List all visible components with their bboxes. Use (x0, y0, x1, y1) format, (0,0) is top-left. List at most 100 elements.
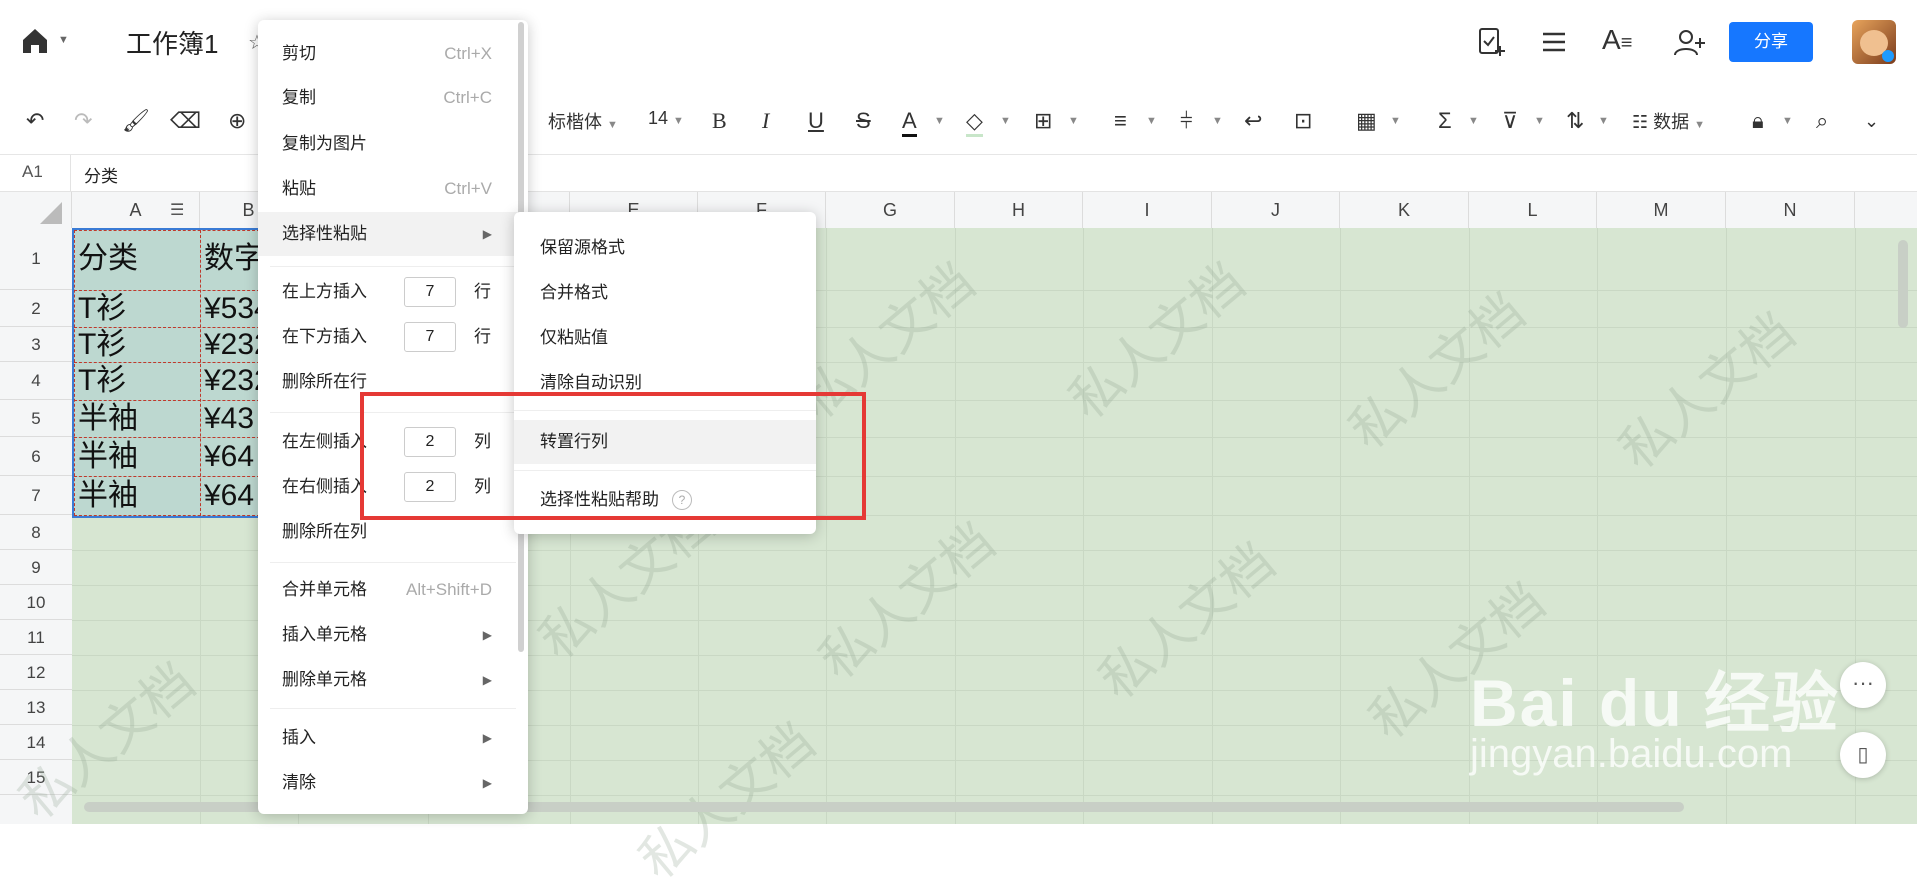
cell-a5[interactable]: 半袖 (78, 400, 196, 438)
column-header-m[interactable]: M (1597, 192, 1726, 228)
share-button[interactable]: 分享 (1729, 22, 1813, 62)
vertical-scrollbar[interactable] (1898, 240, 1908, 328)
cell-b4[interactable]: ¥232 (204, 362, 258, 400)
row-count-input[interactable]: 7 (404, 277, 456, 307)
select-all-corner[interactable] (0, 192, 72, 228)
row-header-11[interactable]: 11 (0, 620, 72, 655)
menu-item-clear[interactable]: 清除 ▶ (258, 761, 528, 805)
row-header-12[interactable]: 12 (0, 655, 72, 690)
menu-item-insert[interactable]: 插入 ▶ (258, 716, 528, 760)
menu-item-paste[interactable]: 粘贴 Ctrl+V (258, 167, 528, 211)
data-menu-button[interactable]: ☷ 数据 ▼ (1632, 108, 1705, 134)
row-header-9[interactable]: 9 (0, 550, 72, 585)
cell-a4[interactable]: T衫 (78, 362, 196, 400)
row-count-input[interactable]: 7 (404, 322, 456, 352)
column-header-j[interactable]: J (1212, 192, 1340, 228)
align-horizontal-caret-icon[interactable]: ▼ (1146, 104, 1157, 138)
row-header-14[interactable]: 14 (0, 725, 72, 760)
filter-icon[interactable]: ⊽ (1502, 104, 1518, 138)
cell-b6[interactable]: ¥64 (204, 438, 258, 476)
font-color-caret-icon[interactable]: ▼ (934, 104, 945, 138)
cell-reference[interactable]: A1 (22, 162, 43, 182)
cell-a3[interactable]: T衫 (78, 326, 196, 364)
lock-icon[interactable]: 🔒︎ (1752, 104, 1764, 138)
border-icon[interactable]: ⊞ (1034, 104, 1052, 138)
menu-item-copy-as-image[interactable]: 复制为图片 (258, 122, 528, 166)
font-name-select[interactable]: 标楷体 ▼ (548, 108, 618, 134)
filter-caret-icon[interactable]: ▼ (1534, 104, 1545, 138)
align-vertical-caret-icon[interactable]: ▼ (1212, 104, 1223, 138)
collapse-toolbar-icon[interactable]: ⌄ (1864, 104, 1879, 138)
row-header-5[interactable]: 5 (0, 400, 72, 437)
cell-a6[interactable]: 半袖 (78, 438, 196, 476)
menu-item-delete-cells[interactable]: 删除单元格 ▶ (258, 658, 528, 702)
redo-icon[interactable]: ↷ (74, 104, 92, 138)
strikethrough-icon[interactable]: S (856, 104, 871, 138)
row-header-7[interactable]: 7 (0, 476, 72, 515)
row-header-2[interactable]: 2 (0, 290, 72, 327)
format-painter-icon[interactable]: 🖌 (122, 104, 150, 138)
home-dropdown-caret-icon[interactable]: ▼ (58, 34, 69, 46)
lock-caret-icon[interactable]: ▼ (1782, 104, 1793, 138)
cell-b7[interactable]: ¥64 (204, 477, 258, 515)
row-header-8[interactable]: 8 (0, 515, 72, 550)
column-header-n[interactable]: N (1726, 192, 1855, 228)
formula-input[interactable]: 分类 (84, 162, 118, 187)
row-header-10[interactable]: 10 (0, 585, 72, 620)
font-size-select[interactable]: 14 ▼ (648, 108, 684, 129)
row-header-4[interactable]: 4 (0, 362, 72, 400)
italic-icon[interactable]: I (762, 104, 769, 138)
menu-item-insert-cells[interactable]: 插入单元格 ▶ (258, 613, 528, 657)
row-header-13[interactable]: 13 (0, 690, 72, 725)
conditional-format-caret-icon[interactable]: ▼ (1390, 104, 1401, 138)
column-header-h[interactable]: H (955, 192, 1083, 228)
add-collaborator-icon[interactable] (1672, 26, 1706, 60)
menu-item-insert-above[interactable]: 在上方插入 7 行 (258, 270, 528, 314)
cell-b2[interactable]: ¥534 (204, 290, 258, 328)
fill-color-icon[interactable]: ◇ (966, 104, 983, 137)
fill-color-caret-icon[interactable]: ▼ (1000, 104, 1011, 138)
menu-item-paste-special[interactable]: 选择性粘贴 ▶ (258, 212, 528, 256)
menu-item-copy[interactable]: 复制 Ctrl+C (258, 76, 528, 120)
align-horizontal-icon[interactable]: ≡ (1114, 104, 1127, 138)
undo-icon[interactable]: ↶ (26, 104, 44, 138)
column-header-k[interactable]: K (1340, 192, 1469, 228)
submenu-item-paste-values-only[interactable]: 仅粘贴值 (514, 316, 816, 360)
row-header-15[interactable]: 15 (0, 760, 72, 795)
border-caret-icon[interactable]: ▼ (1068, 104, 1079, 138)
search-icon[interactable]: ⌕ (1816, 104, 1828, 138)
menu-item-insert-below[interactable]: 在下方插入 7 行 (258, 315, 528, 359)
sum-icon[interactable]: Σ (1438, 104, 1452, 138)
cell-b5[interactable]: ¥43 (204, 400, 258, 438)
row-header-6[interactable]: 6 (0, 437, 72, 476)
bold-icon[interactable]: B (712, 104, 727, 138)
home-icon[interactable] (20, 26, 52, 58)
eraser-icon[interactable]: ⌫ (170, 104, 201, 138)
user-avatar[interactable] (1852, 20, 1896, 64)
device-view-button[interactable]: ▯ (1840, 732, 1886, 778)
menu-item-cut[interactable]: 剪切 Ctrl+X (258, 32, 528, 76)
submenu-item-keep-source-format[interactable]: 保留源格式 (514, 226, 816, 270)
column-header-l[interactable]: L (1469, 192, 1597, 228)
merge-cells-icon[interactable]: ⊡ (1294, 104, 1312, 138)
row-header-3[interactable]: 3 (0, 327, 72, 362)
cell-b1[interactable]: 数字 (204, 240, 258, 278)
more-options-button[interactable]: ··· (1840, 662, 1886, 708)
cell-a1[interactable]: 分类 (78, 240, 196, 278)
font-color-icon[interactable]: A (902, 104, 917, 137)
column-header-g[interactable]: G (826, 192, 955, 228)
align-vertical-icon[interactable]: ⫩ (1180, 104, 1193, 138)
text-style-icon[interactable]: A≡ (1602, 24, 1632, 56)
workbook-title[interactable]: 工作簿1 (126, 24, 218, 61)
checklist-add-icon[interactable] (1476, 26, 1508, 58)
wrap-text-icon[interactable]: ↩ (1244, 104, 1262, 138)
conditional-format-icon[interactable]: ▦ (1356, 104, 1377, 138)
cell-b3[interactable]: ¥232 (204, 326, 258, 364)
underline-icon[interactable]: U (808, 104, 824, 138)
cell-a7[interactable]: 半袖 (78, 477, 196, 515)
sum-caret-icon[interactable]: ▼ (1468, 104, 1479, 138)
submenu-item-merge-format[interactable]: 合并格式 (514, 271, 816, 315)
column-header-i[interactable]: I (1083, 192, 1212, 228)
sort-icon[interactable]: ⇅ (1566, 104, 1584, 138)
sort-caret-icon[interactable]: ▼ (1598, 104, 1609, 138)
